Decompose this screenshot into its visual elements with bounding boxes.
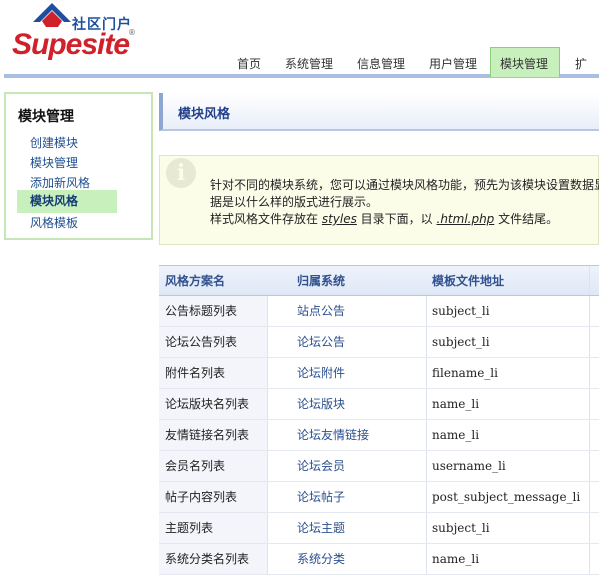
style-name-cell: 系统分类名列表: [165, 552, 250, 566]
sidebar-item-module-style[interactable]: 模块风格: [17, 190, 117, 213]
style-name-cell: 公告标题列表: [165, 304, 238, 318]
system-link[interactable]: 论坛会员: [297, 451, 417, 481]
tab-info-management[interactable]: 信息管理: [357, 54, 405, 74]
table-row: 系统分类名列表 系统分类 name_li: [159, 544, 599, 575]
column-header-system: 归属系统: [297, 274, 346, 288]
table-row: 公告标题列表 站点公告 subject_li: [159, 296, 599, 327]
sidebar-title: 模块管理: [18, 109, 74, 125]
tab-system-management[interactable]: 系统管理: [285, 54, 333, 74]
column-header-style-name: 风格方案名: [165, 274, 226, 288]
style-name-cell: 附件名列表: [165, 366, 226, 380]
style-name-cell: 友情链接名列表: [165, 428, 250, 442]
style-name-cell: 论坛版块名列表: [165, 397, 250, 411]
system-link[interactable]: 论坛友情链接: [297, 420, 417, 450]
table-row: 主题列表 论坛主题 subject_li: [159, 513, 599, 544]
tip-line-3: 样式风格文件存放在 styles 目录下面，以 .html.php 文件结尾。: [210, 212, 559, 226]
template-path-cell: name_li: [432, 428, 480, 442]
table-row: 帖子内容列表 论坛帖子 post_subject_message_li: [159, 482, 599, 513]
table-row: 友情链接名列表 论坛友情链接 name_li: [159, 420, 599, 451]
info-icon: i: [166, 158, 196, 188]
system-link[interactable]: 站点公告: [297, 296, 417, 326]
system-link[interactable]: 论坛版块: [297, 389, 417, 419]
logo-house-icon: [33, 3, 71, 27]
sidebar-item-module-management[interactable]: 模块管理: [30, 154, 78, 171]
template-path-cell: name_li: [432, 552, 480, 566]
table-header-row: 风格方案名 归属系统 模板文件地址: [159, 265, 599, 296]
template-path-cell: username_li: [432, 459, 506, 473]
file-extension: .html.php: [436, 212, 495, 226]
sidebar: 模块管理 创建模块 模块管理 添加新风格 模块风格 风格模板: [4, 92, 153, 240]
template-path-cell: subject_li: [432, 335, 490, 349]
table-row: 附件名列表 论坛附件 filename_li: [159, 358, 599, 389]
template-path-cell: filename_li: [432, 366, 498, 380]
tip-box: i 针对不同的模块系统，您可以通过模块风格功能，预先为该模块设置数据显 据是以什…: [159, 155, 599, 245]
style-name-cell: 主题列表: [165, 521, 214, 535]
table-row: 论坛公告列表 论坛公告 subject_li: [159, 327, 599, 358]
page-title: 模块风格: [178, 107, 231, 122]
sidebar-item-style-template[interactable]: 风格模板: [30, 214, 78, 231]
template-path-cell: subject_li: [432, 521, 490, 535]
system-link[interactable]: 论坛附件: [297, 358, 417, 388]
template-path-cell: subject_li: [432, 304, 490, 318]
table-row: 会员名列表 论坛会员 username_li: [159, 451, 599, 482]
system-link[interactable]: 系统分类: [297, 544, 417, 574]
tab-home[interactable]: 首页: [237, 54, 261, 74]
page-title-bar: 模块风格: [159, 93, 599, 131]
template-path-cell: name_li: [432, 397, 480, 411]
table-row: 论坛版块名列表 论坛版块 name_li: [159, 389, 599, 420]
column-header-template-path: 模板文件地址: [432, 274, 505, 288]
tab-extension[interactable]: 扩: [575, 54, 587, 74]
sidebar-item-add-new-style[interactable]: 添加新风格: [30, 174, 90, 191]
sidebar-item-create-module[interactable]: 创建模块: [30, 134, 78, 151]
style-name-cell: 帖子内容列表: [165, 490, 238, 504]
style-name-cell: 论坛公告列表: [165, 335, 238, 349]
system-link[interactable]: 论坛公告: [297, 327, 417, 357]
tab-module-management[interactable]: 模块管理: [490, 47, 560, 77]
system-link[interactable]: 论坛帖子: [297, 482, 417, 512]
system-link[interactable]: 论坛主题: [297, 513, 417, 543]
style-name-cell: 会员名列表: [165, 459, 226, 473]
tab-user-management[interactable]: 用户管理: [429, 54, 477, 74]
styles-directory: styles: [321, 212, 357, 226]
template-path-cell: post_subject_message_li: [432, 490, 581, 504]
